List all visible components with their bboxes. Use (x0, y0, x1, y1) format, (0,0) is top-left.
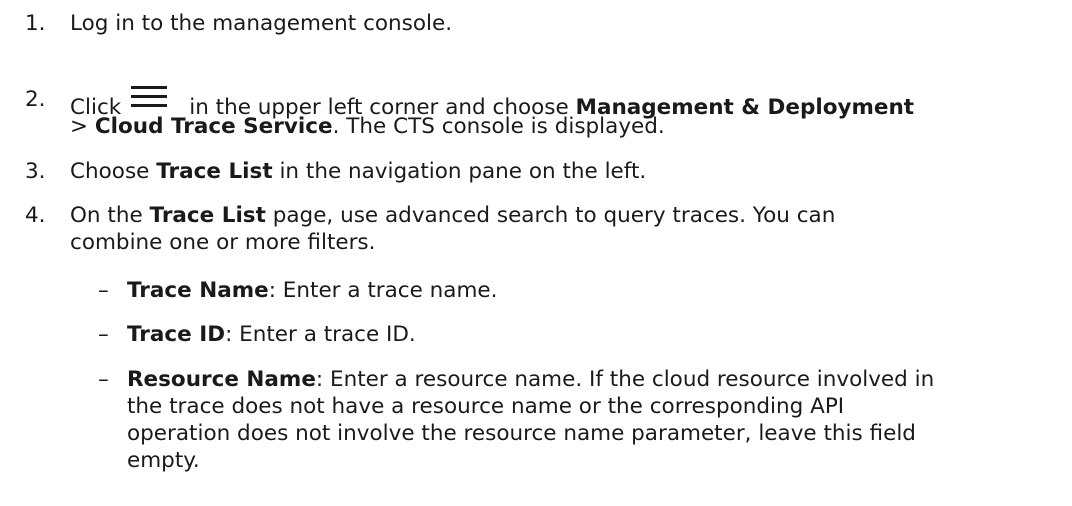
step-4-bold: Trace List (149, 203, 266, 228)
filter-2-name: Trace ID (127, 322, 226, 347)
step-4-line-1: On the Trace List page, use advanced sea… (70, 202, 835, 229)
filter-2-desc: : Enter a trace ID. (225, 322, 416, 347)
filter-3-name: Resource Name (127, 367, 316, 392)
step-4-line-2: combine one or more filters. (70, 230, 376, 255)
filter-3-desc-line-1: : Enter a resource name. If the cloud re… (315, 367, 935, 392)
filter-3-desc-line-3: operation does not involve the resource … (127, 421, 916, 446)
filter-2-marker: – (98, 322, 109, 347)
step-3-bold: Trace List (156, 159, 273, 184)
step-4-number: 4. (25, 203, 46, 228)
filter-3-marker: – (98, 367, 109, 392)
step-2-number: 2. (25, 87, 46, 112)
step-4-suffix: page, use advanced search to query trace… (272, 203, 836, 228)
filter-trace-id: Trace ID: Enter a trace ID. (127, 321, 416, 348)
step-2-line2-prefix: > (70, 114, 89, 139)
filter-3-desc-line-4: empty. (127, 448, 200, 473)
step-3-text: Choose Trace List in the navigation pane… (70, 158, 646, 185)
filter-resource-name: Resource Name: Enter a resource name. If… (127, 366, 934, 393)
filter-trace-name: Trace Name: Enter a trace name. (127, 277, 497, 304)
step-4-prefix: On the (70, 203, 143, 228)
step-2-bold-2: Cloud Trace Service (94, 114, 333, 139)
filter-1-name: Trace Name (127, 278, 269, 303)
step-3-prefix: Choose (70, 159, 150, 184)
step-2-line2-suffix: . The CTS console is displayed. (332, 114, 665, 139)
filter-3-desc-line-2: the trace does not have a resource name … (127, 394, 845, 419)
step-1-number: 1. (25, 11, 46, 36)
filter-1-marker: – (98, 278, 109, 303)
step-3-suffix: in the navigation pane on the left. (279, 159, 647, 184)
menu-icon (131, 86, 168, 108)
filter-1-desc: : Enter a trace name. (268, 278, 498, 303)
step-2-line-2: > Cloud Trace Service. The CTS console i… (70, 113, 665, 140)
step-3-number: 3. (25, 159, 46, 184)
step-1-text: Log in to the management console. (70, 11, 453, 36)
